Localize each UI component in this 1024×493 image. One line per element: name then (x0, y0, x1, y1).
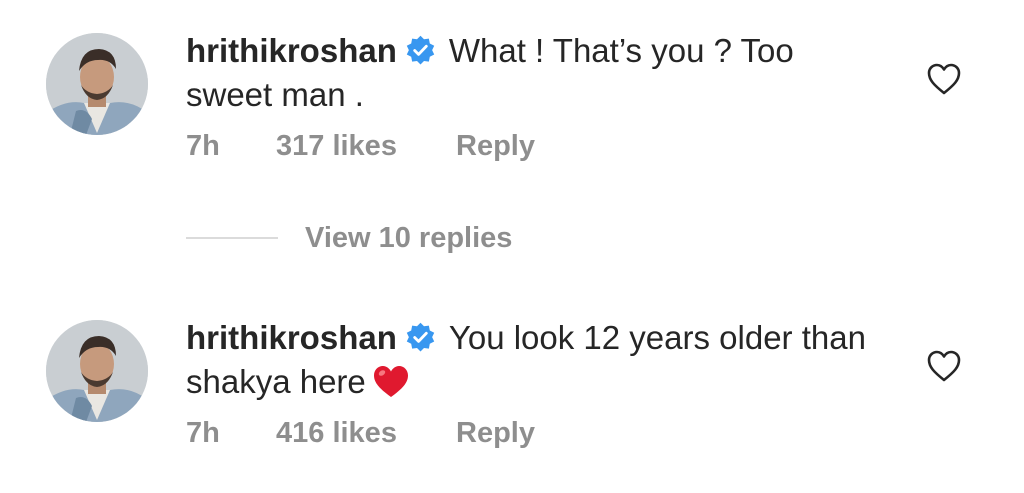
likes-count[interactable]: 416 likes (276, 415, 397, 451)
timestamp[interactable]: 7h (186, 415, 220, 451)
red-heart-emoji (372, 364, 410, 400)
verified-badge-icon (405, 35, 436, 66)
likes-count[interactable]: 317 likes (276, 128, 397, 164)
username[interactable]: hrithikroshan (186, 32, 397, 69)
view-replies-label: View 10 replies (305, 222, 513, 254)
heart-outline-icon[interactable] (926, 62, 962, 96)
verified-badge-icon (405, 322, 436, 353)
reply-button[interactable]: Reply (456, 415, 535, 451)
reply-button[interactable]: Reply (456, 128, 535, 164)
comment-body: hrithikroshan You look 12 years older tha… (186, 316, 866, 404)
avatar[interactable] (46, 320, 148, 422)
comment-body: hrithikroshan What ! That’s you ? Too swe… (186, 29, 866, 117)
view-replies-button[interactable]: View 10 replies (186, 220, 586, 256)
replies-divider (186, 237, 278, 239)
username[interactable]: hrithikroshan (186, 319, 397, 356)
avatar[interactable] (46, 33, 148, 135)
heart-outline-icon[interactable] (926, 349, 962, 383)
timestamp[interactable]: 7h (186, 128, 220, 164)
